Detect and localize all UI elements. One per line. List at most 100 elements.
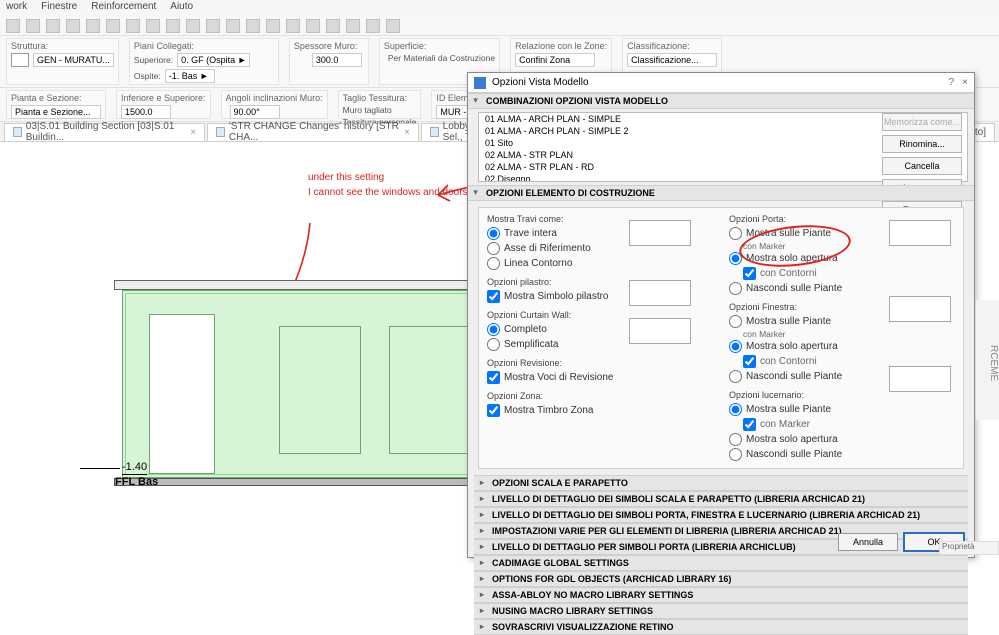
label: Superiore:: [134, 55, 173, 65]
section-collapsed[interactable]: ASSA-ABLOY NO MACRO LIBRARY SETTINGS: [474, 587, 968, 603]
help-icon[interactable]: ?: [949, 77, 955, 88]
tool-icon[interactable]: [6, 19, 20, 33]
label: Ospite:: [134, 71, 161, 81]
label: Piani Collegati:: [134, 41, 274, 51]
tool-icon[interactable]: [186, 19, 200, 33]
tool-icon[interactable]: [126, 19, 140, 33]
radio-luc-nascondi[interactable]: Nascondi sulle Piante: [729, 447, 955, 462]
spessore-value[interactable]: 300.0: [312, 53, 362, 67]
group-header: Opzioni Zona:: [487, 391, 713, 401]
group-spessore: Spessore Muro: 300.0: [289, 38, 369, 85]
pianta-value[interactable]: Pianta e Sezione...: [11, 105, 101, 119]
section-collapsed[interactable]: NUSING MACRO LIBRARY SETTINGS: [474, 603, 968, 619]
tool-icon[interactable]: [166, 19, 180, 33]
group-ie: Inferiore e Superiore: 1500.0 -1700.0: [116, 90, 211, 119]
menu-item[interactable]: Aiuto: [170, 1, 193, 15]
tab-changes-history[interactable]: 'STR CHANGE Changes' history [STR CHA...…: [207, 123, 419, 141]
menu-item[interactable]: Finestre: [41, 1, 77, 15]
opt-pilastro: Opzioni pilastro: Mostra Simbolo pilastr…: [487, 277, 713, 304]
section-collapsed[interactable]: OPZIONI SCALA E PARAPETTO: [474, 475, 968, 491]
dialog-titlebar[interactable]: Opzioni Vista Modello ? ×: [468, 73, 974, 93]
menu-item[interactable]: work: [6, 1, 27, 15]
angolo-value[interactable]: 90.00°: [230, 105, 280, 119]
close-icon[interactable]: ×: [190, 127, 196, 138]
label: Struttura:: [11, 41, 114, 51]
section-combinazioni[interactable]: COMBINAZIONI OPZIONI VISTA MODELLO: [468, 93, 974, 109]
tab-building-section[interactable]: 03|S.01 Building Section [03|S.01 Buildi…: [4, 123, 205, 141]
tool-icon[interactable]: [146, 19, 160, 33]
group-header: Opzioni Revisione:: [487, 358, 713, 368]
close-icon[interactable]: ×: [404, 127, 410, 138]
check-luc-marker[interactable]: con Marker: [743, 417, 955, 432]
cancel-button[interactable]: Annulla: [838, 533, 898, 551]
tool-icon[interactable]: [106, 19, 120, 33]
model-view-options-dialog: Opzioni Vista Modello ? × COMBINAZIONI OP…: [467, 72, 975, 558]
construction-options: Mostra Travi come: Trave intera Asse di …: [478, 207, 964, 469]
opt-revisione: Opzioni Revisione: Mostra Voci di Revisi…: [487, 358, 713, 385]
app-icon: [474, 77, 486, 89]
menu-item[interactable]: Reinforcement: [91, 1, 156, 15]
tool-icon[interactable]: [346, 19, 360, 33]
main-menu[interactable]: work Finestre Reinforcement Aiuto: [0, 0, 999, 16]
radio-luc-apertura[interactable]: Mostra solo apertura: [729, 432, 955, 447]
check-voci-revisione[interactable]: Mostra Voci di Revisione: [487, 370, 713, 385]
proprieta-panel-header[interactable]: Proprietà: [939, 541, 999, 555]
ie-v1[interactable]: 1500.0: [121, 105, 171, 119]
memorizza-button[interactable]: Memorizza come...: [882, 113, 962, 131]
section-collapsed[interactable]: LIVELLO DI DETTAGLIO DEI SIMBOLI PORTA, …: [474, 507, 968, 523]
section-costruzione[interactable]: OPZIONI ELEMENTO DI COSTRUZIONE: [468, 185, 974, 201]
icon-toolbar: [0, 16, 999, 36]
combination-buttons: Memorizza come... Rinomina... Cancella I…: [882, 113, 962, 219]
group-pianta: Pianta e Sezione: Pianta e Sezione...: [6, 90, 106, 119]
tool-icon[interactable]: [246, 19, 260, 33]
tool-icon[interactable]: [266, 19, 280, 33]
tool-icon[interactable]: [46, 19, 60, 33]
opt-curtainwall: Opzioni Curtain Wall: Completo Semplific…: [487, 310, 713, 352]
taglio-l1: Muro tagliato: [343, 105, 417, 115]
tool-icon[interactable]: [86, 19, 100, 33]
preview-swatch: [889, 296, 951, 322]
tool-icon[interactable]: [226, 19, 240, 33]
history-icon: [216, 127, 225, 137]
tool-icon[interactable]: [306, 19, 320, 33]
wall-icon[interactable]: [11, 53, 29, 67]
group-piani: Piani Collegati: Superiore: 0. GF (Ospita…: [129, 38, 279, 85]
tool-icon[interactable]: [206, 19, 220, 33]
tool-icon[interactable]: [66, 19, 80, 33]
door-opening: [149, 314, 215, 474]
label: Pianta e Sezione:: [11, 93, 101, 103]
radio-contorno[interactable]: Linea Contorno: [487, 256, 713, 271]
dialog-title: Opzioni Vista Modello: [492, 77, 589, 88]
struttura-value[interactable]: GEN - MURATU...: [33, 53, 114, 67]
preview-swatch: [889, 366, 951, 392]
section-collapsed[interactable]: OPTIONS FOR GDL OBJECTS (ARCHICAD LIBRAR…: [474, 571, 968, 587]
tool-icon[interactable]: [366, 19, 380, 33]
ospite-value[interactable]: -1. Bas ►: [165, 69, 215, 83]
section-collapsed[interactable]: LIVELLO DI DETTAGLIO DEI SIMBOLI SCALA E…: [474, 491, 968, 507]
tool-icon[interactable]: [286, 19, 300, 33]
rinomina-button[interactable]: Rinomina...: [882, 135, 962, 153]
radio-fin-apertura[interactable]: Mostra solo apertura: [729, 339, 955, 354]
class-value[interactable]: Classificazione...: [627, 53, 717, 67]
tool-icon[interactable]: [386, 19, 400, 33]
close-icon[interactable]: ×: [962, 77, 968, 88]
radio-porta-nascondi[interactable]: Nascondi sulle Piante: [729, 281, 955, 296]
cancella-button[interactable]: Cancella: [882, 157, 962, 175]
check-porta-contorni[interactable]: con Contorni: [743, 266, 955, 281]
right-panel-peek: RCEME: [975, 300, 999, 420]
superiore-value[interactable]: 0. GF (Ospita ►: [177, 53, 250, 67]
level-name: FFL Bas: [115, 476, 158, 488]
dimension-tick: [80, 468, 120, 469]
section-collapsed[interactable]: CADIMAGE GLOBAL SETTINGS: [474, 555, 968, 571]
preview-swatch: [629, 280, 691, 306]
level-dimension: -1.40: [122, 461, 147, 475]
zona-value[interactable]: Confini Zona: [515, 53, 595, 67]
section-collapsed[interactable]: SOVRASCRIVI VISUALIZZAZIONE RETINO: [474, 619, 968, 635]
tool-icon[interactable]: [26, 19, 40, 33]
check-timbro-zona[interactable]: Mostra Timbro Zona: [487, 403, 713, 418]
tool-icon[interactable]: [326, 19, 340, 33]
preview-swatch: [629, 318, 691, 344]
label: Angoli inclinazioni Muro:: [226, 93, 323, 103]
tab-label: 'STR CHANGE Changes' history [STR CHA...: [229, 121, 400, 143]
radio-luc-piante[interactable]: Mostra sulle Piante: [729, 402, 955, 417]
